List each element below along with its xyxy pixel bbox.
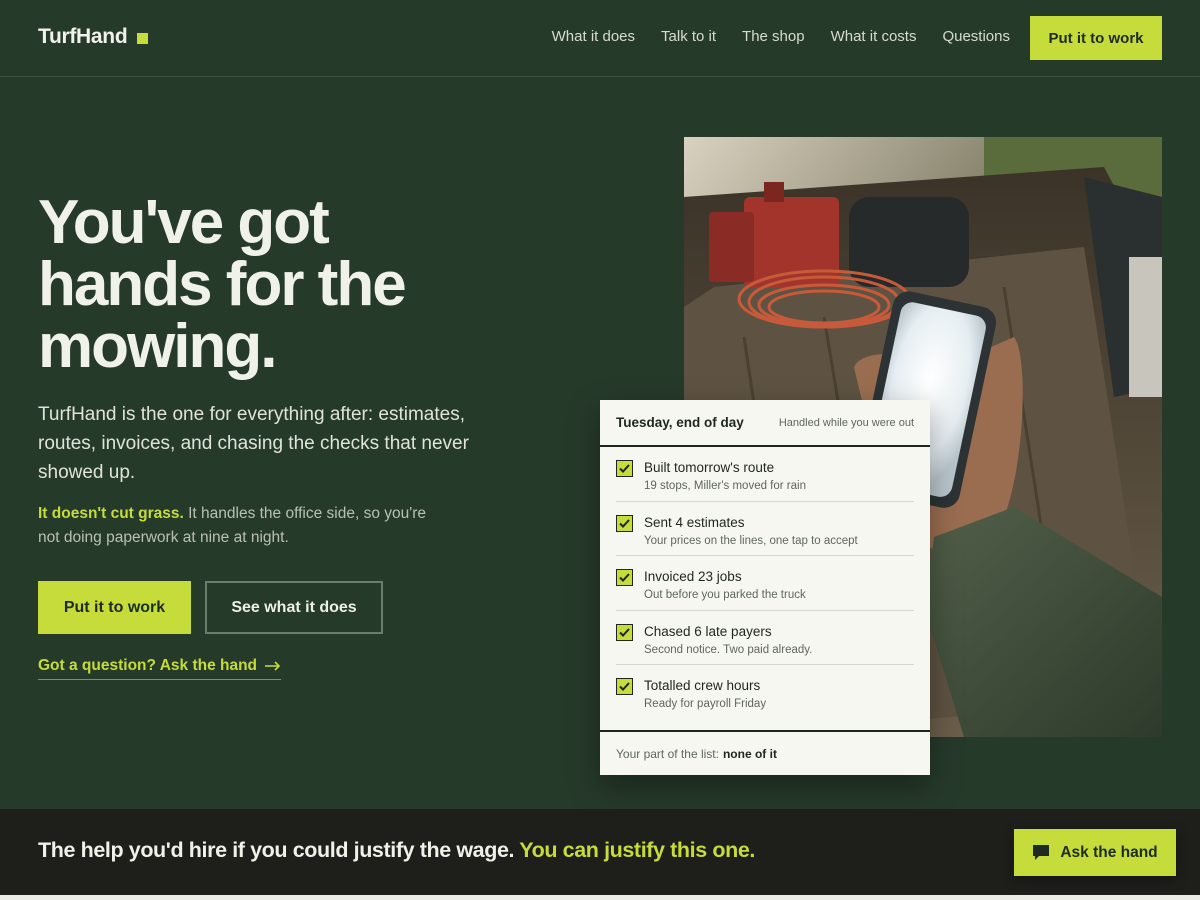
logo[interactable]: TurfHand: [38, 25, 149, 49]
card-footer-value: none of it: [722, 746, 777, 761]
task-item: Sent 4 estimates Your prices on the line…: [616, 502, 914, 556]
task-title: Sent 4 estimates: [644, 514, 745, 530]
task-title: Chased 6 late payers: [644, 623, 772, 639]
nav-item-what-it-does[interactable]: What it does: [552, 28, 635, 45]
hero-title: You've got hands for the mowing.: [38, 188, 407, 381]
card-header: Tuesday, end of day Handled while you we…: [600, 400, 930, 447]
card-subtitle: Handled while you were out: [778, 416, 914, 429]
card-footer: Your part of the list: none of it: [600, 730, 930, 775]
ask-question-link-label: Got a question? Ask the hand: [38, 657, 258, 674]
chat-bubble-icon: [1033, 845, 1050, 860]
task-item: Chased 6 late payers Second notice. Two …: [616, 611, 914, 665]
task-item: Invoiced 23 jobs Out before you parked t…: [616, 556, 914, 611]
hero-note: It doesn't cut grass. It handles the off…: [38, 502, 438, 550]
task-title: Built tomorrow's route: [644, 460, 775, 475]
hero-note-accent: It doesn't cut grass.: [38, 505, 184, 522]
checkbox-checked-icon: [616, 569, 633, 586]
banner-accent-text: You can justify this one.: [519, 838, 755, 862]
task-desc: Ready for payroll Friday: [644, 698, 767, 710]
logo-square-icon: [137, 32, 149, 44]
task-list: Built tomorrow's route 19 stops, Miller'…: [600, 447, 930, 720]
main-nav: What it does Talk to it The shop What it…: [552, 28, 1010, 45]
checkbox-checked-icon: [616, 460, 633, 477]
task-title: Invoiced 23 jobs: [644, 569, 742, 584]
task-desc: 19 stops, Miller's moved for rain: [644, 480, 806, 492]
checkbox-checked-icon: [616, 514, 633, 532]
checkbox-checked-icon: [616, 623, 633, 641]
task-title: Totalled crew hours: [644, 678, 761, 693]
task-item: Totalled crew hours Ready for payroll Fr…: [616, 665, 914, 720]
card-day-title: Tuesday, end of day: [616, 415, 744, 430]
task-desc: Second notice. Two paid already.: [644, 643, 813, 656]
hero-subtitle: TurfHand is the one for everything after…: [38, 404, 469, 483]
task-desc: Out before you parked the truck: [644, 589, 806, 601]
bottom-banner-text: The help you'd hire if you could justify…: [38, 838, 755, 863]
nav-item-what-it-costs[interactable]: What it costs: [831, 28, 917, 45]
card-footer-label: Your part of the list:: [616, 746, 719, 761]
ask-question-link[interactable]: Got a question? Ask the hand: [38, 657, 282, 680]
page-bottom-edge: [0, 895, 1200, 900]
nav-item-the-shop[interactable]: The shop: [742, 28, 805, 45]
task-desc: Your prices on the lines, one tap to acc…: [644, 534, 858, 547]
nav-item-questions[interactable]: Questions: [942, 28, 1010, 45]
checkbox-checked-icon: [616, 678, 633, 695]
task-item: Built tomorrow's route 19 stops, Miller'…: [616, 447, 914, 502]
header-cta-button[interactable]: Put it to work: [1030, 16, 1162, 60]
logo-text: TurfHand: [38, 25, 128, 48]
ask-the-hand-chat-button[interactable]: Ask the hand: [1014, 829, 1176, 876]
nav-item-talk-to-it[interactable]: Talk to it: [661, 28, 716, 45]
put-it-to-work-button[interactable]: Put it to work: [38, 581, 191, 634]
top-navigation-bar: TurfHand What it does Talk to it The sho…: [0, 0, 1200, 77]
chat-button-label: Ask the hand: [1060, 843, 1158, 861]
task-summary-card: Tuesday, end of day Handled while you we…: [600, 400, 930, 775]
see-what-it-does-button[interactable]: See what it does: [205, 581, 383, 634]
arrow-right-icon: [265, 661, 281, 671]
banner-text: The help you'd hire if you could justify…: [38, 838, 515, 862]
